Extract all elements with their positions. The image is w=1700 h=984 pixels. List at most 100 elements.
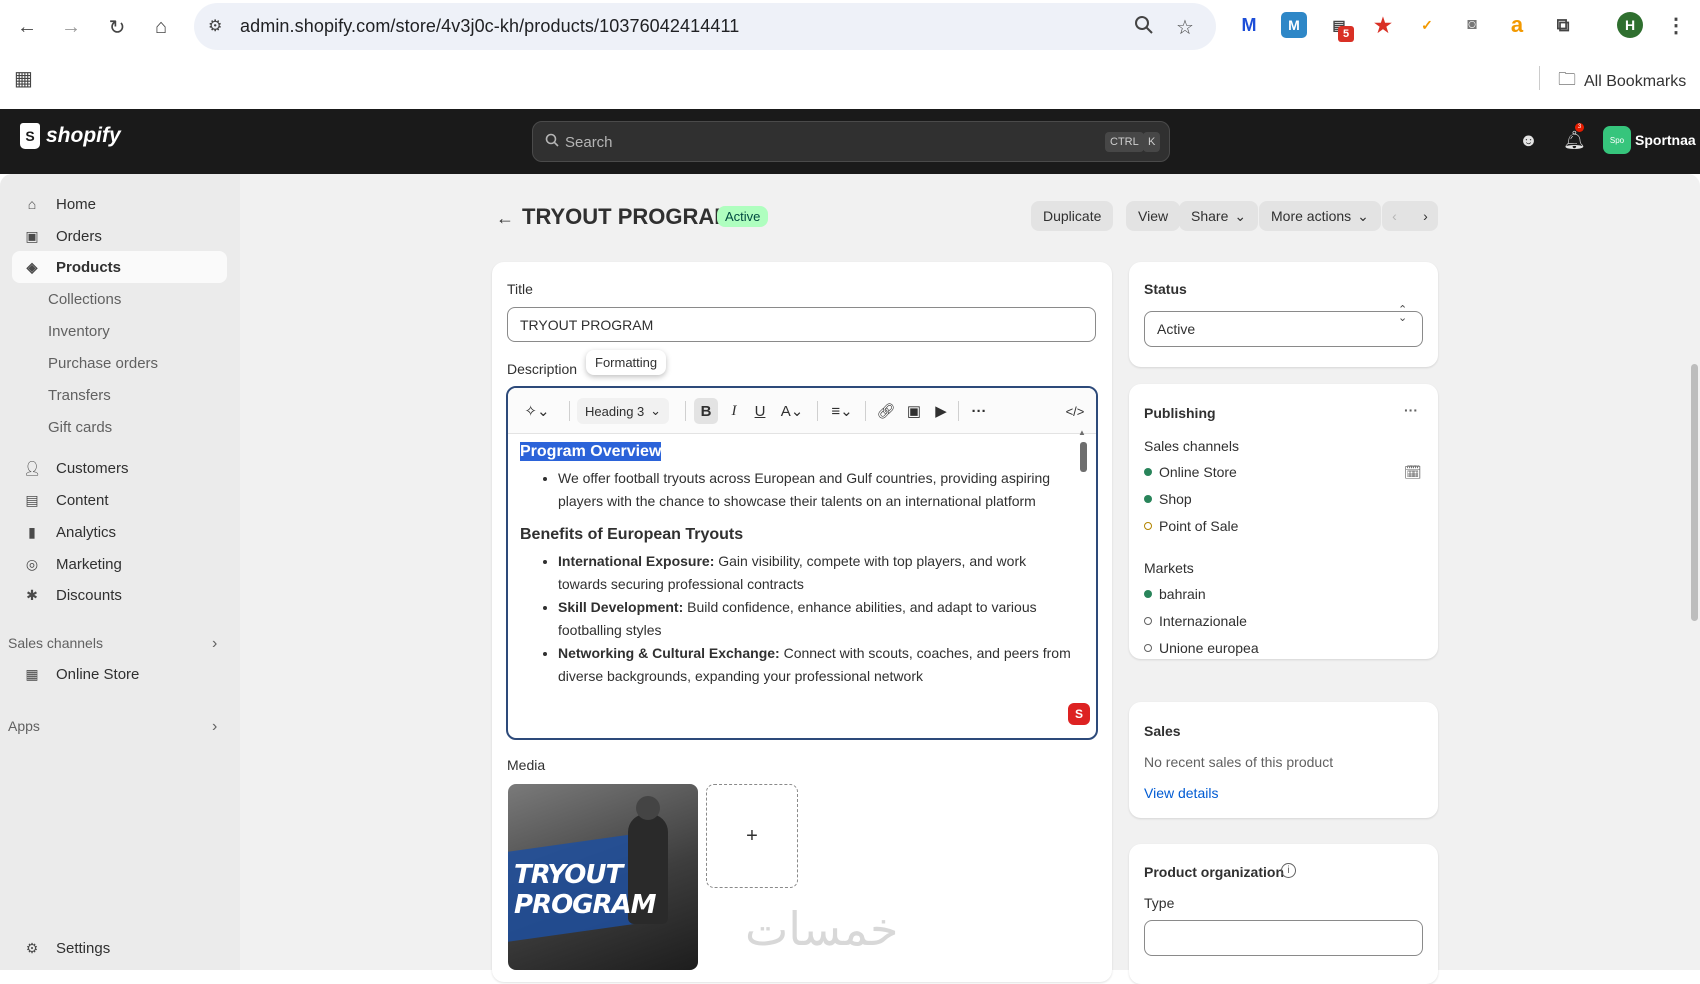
sidebar-subitem-transfers[interactable]: Transfers — [48, 387, 111, 404]
extension-star-icon[interactable]: ★ — [1370, 12, 1396, 38]
sidebar-item-settings[interactable]: ⚙ Settings — [12, 932, 227, 964]
home-browser-icon[interactable]: ⌂ — [144, 10, 178, 44]
orders-icon: ▣ — [25, 227, 39, 244]
forward-icon[interactable]: → — [54, 10, 88, 44]
sales-channels-heading[interactable]: Sales channels — [8, 635, 103, 651]
back-icon[interactable]: ← — [10, 10, 44, 44]
status-dot-active — [1144, 495, 1152, 503]
select-updown-icon: ⌃ ⌄ — [1398, 304, 1408, 324]
profile-avatar[interactable]: H — [1617, 12, 1643, 38]
page-scrollbar[interactable] — [1691, 364, 1698, 621]
video-icon[interactable]: ▶ — [929, 398, 953, 424]
bookmark-star-icon[interactable]: ☆ — [1176, 15, 1194, 40]
description-editor[interactable]: ✧⌄ Heading 3 ⌄ B I U A⌄ ≡⌄ 🔗︎ ▣ ▶ ··· </… — [506, 386, 1098, 740]
apps-grid-icon[interactable]: ▦ — [14, 66, 33, 91]
align-icon[interactable]: ≡⌄ — [826, 398, 858, 424]
divider — [1539, 66, 1540, 90]
sales-channels-label: Sales channels — [1144, 438, 1239, 454]
chevron-right-icon[interactable]: › — [212, 635, 217, 653]
code-view-icon[interactable]: </> — [1063, 398, 1087, 424]
more-actions-label: More actions — [1271, 208, 1352, 224]
sidebar-subitem-gift-cards[interactable]: Gift cards — [48, 419, 112, 436]
grammar-extension-icon[interactable]: S — [1068, 703, 1090, 725]
chevron-right-icon[interactable]: › — [212, 718, 217, 736]
chevron-left-icon[interactable]: ‹ — [1392, 208, 1397, 224]
italic-icon[interactable]: I — [722, 398, 746, 424]
benefits-list: International Exposure: Gain visibility,… — [558, 550, 1075, 688]
store-avatar[interactable]: Spo — [1603, 126, 1631, 154]
underline-icon[interactable]: U — [748, 398, 772, 424]
text-color-icon[interactable]: A⌄ — [776, 398, 808, 424]
search-icon — [545, 133, 559, 151]
back-arrow-icon[interactable]: ← — [496, 208, 514, 229]
apps-heading[interactable]: Apps — [8, 718, 40, 734]
address-bar[interactable]: ⚙ admin.shopify.com/store/4v3j0c-kh/prod… — [194, 3, 1216, 50]
browser-menu-icon[interactable]: ⋮ — [1663, 12, 1689, 38]
sidebar-subitem-inventory[interactable]: Inventory — [48, 323, 110, 340]
share-button[interactable]: Share ⌄ — [1179, 201, 1259, 231]
gear-icon: ⚙ — [25, 939, 39, 956]
extension-m-icon[interactable]: M — [1236, 12, 1262, 38]
bold-icon[interactable]: B — [694, 398, 718, 424]
heading-benefits: Benefits of European Tryouts — [520, 526, 744, 543]
prev-next-pager[interactable]: ‹ › — [1382, 201, 1438, 231]
duplicate-button[interactable]: Duplicate — [1031, 201, 1114, 231]
type-input[interactable] — [1144, 920, 1423, 956]
sidebar-item-label: Customers — [56, 459, 129, 477]
editor-scrollbar[interactable] — [1080, 442, 1087, 472]
ai-magic-icon[interactable]: ✧⌄ — [520, 398, 554, 424]
more-formatting-icon[interactable]: ··· — [967, 398, 991, 424]
extension-chat-icon[interactable]: ▤ 5 — [1326, 12, 1354, 42]
extension-amazon-icon[interactable]: a — [1504, 12, 1530, 38]
info-icon[interactable]: i — [1281, 863, 1296, 878]
market-name: Unione europea — [1159, 640, 1259, 656]
status-dot-inactive — [1144, 644, 1152, 652]
bullet-strong: International Exposure: — [558, 553, 715, 569]
image-icon[interactable]: ▣ — [902, 398, 926, 424]
view-details-link[interactable]: View details — [1144, 785, 1218, 801]
link-icon[interactable]: 🔗︎ — [874, 398, 898, 424]
zoom-icon[interactable] — [1134, 15, 1154, 40]
discount-icon: ✱ — [26, 586, 38, 603]
sidebar-item-home[interactable]: ⌂ Home — [12, 188, 227, 220]
sidebar-item-analytics[interactable]: ▮ Analytics — [12, 516, 227, 548]
chevron-right-icon[interactable]: › — [1423, 208, 1428, 224]
sidebar-item-content[interactable]: ▤ Content — [12, 484, 227, 516]
sidebar-item-customers[interactable]: 👤︎ Customers — [12, 452, 227, 484]
status-dot-active — [1144, 590, 1152, 598]
calendar-schedule-icon[interactable]: 🗓︎ — [1404, 464, 1422, 481]
market-name: Internazionale — [1159, 613, 1247, 629]
heading-select[interactable]: Heading 3 ⌄ — [577, 398, 669, 424]
toolbar-divider — [569, 401, 570, 421]
title-input[interactable]: TRYOUT PROGRAM — [507, 307, 1096, 342]
sidebar-item-orders[interactable]: ▣ Orders — [12, 220, 227, 252]
more-actions-button[interactable]: More actions ⌄ — [1259, 201, 1381, 231]
search-input[interactable]: Search CTRL K — [532, 121, 1170, 162]
site-info-icon[interactable]: ⚙ — [208, 16, 222, 36]
sidekick-icon[interactable]: ☻ — [1519, 130, 1538, 151]
sidebar-item-online-store[interactable]: ▦ Online Store — [12, 658, 227, 690]
sidebar-subitem-collections[interactable]: Collections — [48, 291, 121, 308]
all-bookmarks[interactable]: 🗀 All Bookmarks — [1558, 67, 1686, 97]
extensions-puzzle-icon[interactable]: ⧉ — [1550, 12, 1576, 38]
publishing-more-button[interactable]: ··· — [1404, 402, 1418, 418]
sidebar-item-label: Content — [56, 491, 109, 509]
shopify-logo[interactable]: S shopify — [20, 123, 121, 149]
sidebar-item-marketing[interactable]: ◎ Marketing — [12, 548, 227, 580]
store-name[interactable]: Sportnaa — [1635, 132, 1696, 148]
extension-user-icon[interactable]: ✓ — [1414, 12, 1440, 38]
extension-mail-icon[interactable]: M — [1281, 12, 1307, 38]
status-select[interactable]: Active — [1144, 311, 1423, 347]
editor-content[interactable]: Program Overview We offer football tryou… — [520, 438, 1075, 698]
reload-icon[interactable]: ↻ — [100, 10, 134, 44]
media-thumbnail[interactable]: TRYOUT PROGRAM — [508, 784, 698, 970]
sidebar-subitem-purchase-orders[interactable]: Purchase orders — [48, 355, 158, 372]
add-media-button[interactable]: + — [706, 784, 798, 888]
sidebar-item-discounts[interactable]: ✱ Discounts — [12, 579, 227, 611]
notification-bell-icon[interactable]: 🔔︎ — [1563, 130, 1586, 151]
sidebar-item-products[interactable]: ◈ Products — [12, 251, 227, 283]
status-label: Status — [1144, 281, 1187, 297]
view-button[interactable]: View — [1126, 201, 1181, 231]
extension-camera-icon[interactable]: ◙ — [1459, 12, 1485, 38]
scroll-up-icon[interactable]: ▲ — [1078, 428, 1086, 437]
